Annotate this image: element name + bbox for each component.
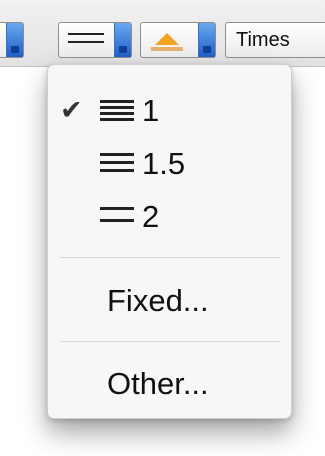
menu-item-label: 1.5: [142, 146, 186, 181]
line-spacing-double-icon: [100, 207, 134, 222]
line-spacing-popup-button[interactable]: [58, 22, 132, 58]
line-spacing-icon: [68, 33, 104, 49]
line-spacing-single-icon: [100, 100, 134, 121]
line-spacing-one-half-icon: [100, 153, 134, 172]
highlight-color-popup-button[interactable]: [140, 22, 216, 58]
line-spacing-menu: ✔ 1 1.5 2 Fixed... Other...: [47, 64, 292, 419]
font-family-value: Times: [236, 29, 290, 51]
menu-item-spacing-1-5[interactable]: 1.5: [48, 138, 291, 190]
font-family-popup-button[interactable]: Times: [225, 22, 325, 58]
popup-arrow-icon: [6, 23, 23, 57]
alignment-popup-button[interactable]: [0, 22, 24, 58]
popup-arrow-icon: [198, 23, 215, 57]
menu-separator: [60, 341, 280, 342]
menu-item-other[interactable]: Other...: [107, 366, 209, 402]
popup-arrow-icon: [114, 23, 131, 57]
menu-item-label: 1: [142, 93, 160, 128]
menu-item-spacing-2[interactable]: 2: [48, 191, 291, 243]
checkmark-icon: ✔: [60, 95, 83, 125]
menu-item-label: 2: [142, 199, 160, 234]
menu-separator: [60, 257, 280, 258]
highlight-triangle-icon: [155, 33, 179, 45]
format-toolbar: Times: [0, 0, 325, 67]
line-spacing-menu-container: ✔ 1 1.5 2 Fixed... Other...: [47, 64, 292, 419]
menu-item-spacing-1[interactable]: ✔ 1: [48, 85, 291, 137]
menu-item-fixed[interactable]: Fixed...: [107, 283, 209, 319]
color-swatch: [151, 47, 183, 51]
